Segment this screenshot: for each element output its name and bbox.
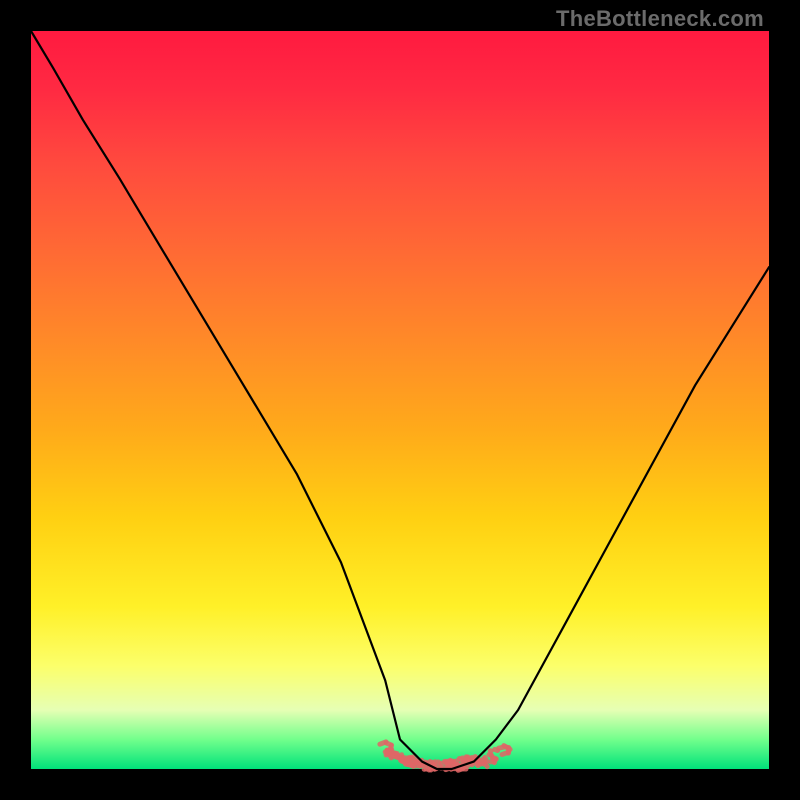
curve-svg [31, 31, 769, 769]
chart-frame: TheBottleneck.com [0, 0, 800, 800]
watermark-text: TheBottleneck.com [556, 6, 764, 32]
bottleneck-curve [31, 31, 769, 769]
plot-area [31, 31, 769, 769]
